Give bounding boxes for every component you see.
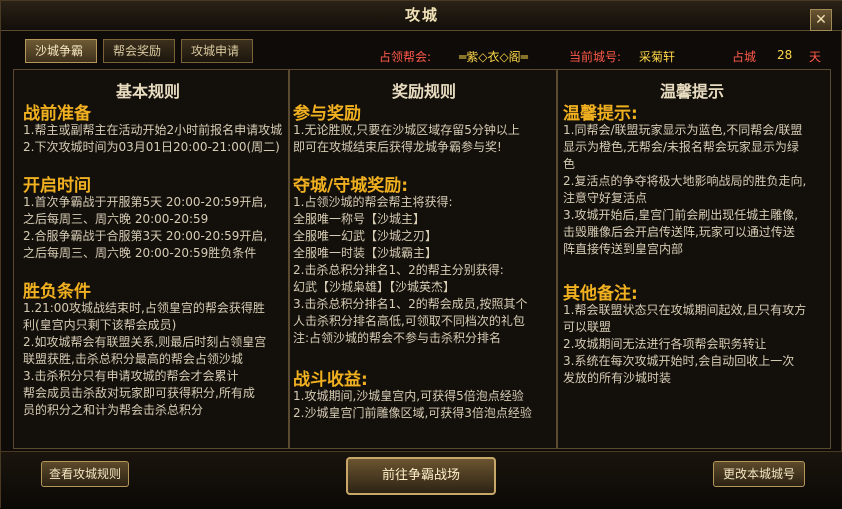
- rename-city-button[interactable]: 更改本城城号: [713, 461, 805, 487]
- col3-notes-line: 2.攻城期间无法进行各项帮会职务转让: [563, 337, 767, 351]
- col3-notes-line: 1.帮会联盟状态只在攻城期间起效,且只有攻方: [563, 303, 807, 317]
- view-rules-button[interactable]: 查看攻城规则: [41, 461, 129, 487]
- col1-victory-line: 3.击杀积分只有申请攻城的帮会才会累计: [23, 369, 239, 383]
- city-value: 采菊轩: [639, 50, 676, 64]
- col3-tips-line: 注意守好复活点: [563, 191, 648, 205]
- col2-capture-note: 注:占领沙城的帮会不参与击杀积分排名: [293, 331, 502, 345]
- tab-guild-reward[interactable]: 帮会奖励: [103, 39, 175, 63]
- col3-section-notes: 其他备注:: [563, 284, 638, 304]
- col2-battle-line: 1.攻城期间,沙城皇宫内,可获得5倍泡点经验: [293, 389, 524, 403]
- go-battle-button[interactable]: 前往争霸战场: [346, 457, 496, 495]
- col3-tips-line: 显示为橙色,无帮会/未报名帮会玩家显示为绿: [563, 140, 799, 154]
- col2-section-participation: 参与奖励: [293, 104, 361, 124]
- col2-capture-line: 人击杀积分排名高低,可领取不同档次的礼包: [293, 314, 525, 328]
- guild-label: 占领帮会:: [379, 50, 432, 64]
- col2-capture-line: 1.占领沙城的帮会帮主将获得:: [293, 195, 453, 209]
- tab-siege-apply[interactable]: 攻城申请: [181, 39, 253, 63]
- col1-victory-line: 利(皇宫内只剩下该帮会成员): [23, 318, 177, 332]
- col1-section-open-time: 开启时间: [23, 176, 91, 196]
- col1-prep-line: 1.帮主或副帮主在活动开始2小时前报名申请攻城: [23, 123, 283, 137]
- col1-victory-line: 员的积分之和计为帮会击杀总积分: [23, 403, 204, 417]
- days-value: 28: [777, 48, 793, 62]
- city-label: 当前城号:: [569, 50, 622, 64]
- window-title: 攻城: [404, 6, 439, 24]
- col1-open-line: 2.合服争霸战于合服第3天 20:00-20:59开启,: [23, 229, 268, 243]
- title-bar: 攻城 ✕: [1, 1, 842, 31]
- col1-open-line: 1.首次争霸战于开服第5天 20:00-20:59开启,: [23, 195, 268, 209]
- col2-section-battle-gain: 战斗收益:: [293, 370, 368, 390]
- col1-victory-line: 联盟获胜,击杀总积分最高的帮会占领沙城: [23, 352, 243, 366]
- col3-tips-line: 色: [563, 157, 576, 171]
- col3-tips-line: 2.复活点的争夺将极大地影响战局的胜负走向,: [563, 174, 807, 188]
- col3-tips-line: 3.攻城开始后,皇宫门前会刷出现任城主雕像,: [563, 208, 799, 222]
- col2-capture-line: 全服唯一幻武【沙城之刃】: [293, 229, 438, 243]
- siege-window: 攻城 ✕ 沙城争霸 帮会奖励 攻城申请 占领帮会: ═紫◇衣◇阁═ 当前城号: …: [0, 0, 842, 509]
- days-label: 占城: [732, 50, 757, 64]
- col2-capture-line: 全服唯一称号【沙城主】: [293, 212, 426, 226]
- tab-sand-city-battle[interactable]: 沙城争霸: [25, 39, 97, 63]
- col1-section-prep: 战前准备: [23, 104, 91, 124]
- col3-notes-line: 发放的所有沙城时装: [563, 371, 672, 385]
- col2-capture-line: 幻武【沙城枭雄】【沙城英杰】: [293, 280, 456, 294]
- guild-value: ═紫◇衣◇阁═: [459, 50, 528, 64]
- col3-notes-line: 可以联盟: [563, 320, 612, 334]
- col3-tips-line: 1.同帮会/联盟玩家显示为蓝色,不同帮会/联盟: [563, 123, 803, 137]
- col2-capture-line: 3.击杀总积分排名1、2的帮会成员,按照其个: [293, 297, 528, 311]
- col3-section-tips: 温馨提示:: [563, 104, 638, 124]
- col1-victory-line: 帮会成员击杀敌对玩家即可获得积分,所有成: [23, 386, 255, 400]
- days-unit: 天: [809, 50, 822, 64]
- col2-capture-line: 2.击杀总积分排名1、2的帮主分别获得:: [293, 263, 504, 277]
- col1-section-victory: 胜负条件: [23, 282, 91, 302]
- col1-victory-line: 2.如攻城帮会有联盟关系,则最后时刻占领皇宫: [23, 335, 267, 349]
- col1-prep-line: 2.下次攻城时间为03月01日20:00-21:00(周二): [23, 140, 280, 154]
- col3-tips-line: 击毁雕像后会开启传送阵,玩家可以通过传送: [563, 225, 795, 239]
- col2-participation-line: 1.无论胜败,只要在沙城区域存留5分钟以上: [293, 123, 520, 137]
- col1-open-line: 之后每周三、周六晚 20:00-20:59: [23, 212, 209, 226]
- col3-tips-line: 阵直接传送到皇宫内部: [563, 242, 684, 256]
- col1-victory-line: 1.21:00攻城战结束时,占领皇宫的帮会获得胜: [23, 301, 265, 315]
- close-icon[interactable]: ✕: [810, 9, 832, 31]
- col2-participation-line: 即可在攻城结束后获得龙城争霸参与奖!: [293, 140, 502, 154]
- col2-capture-line: 全服唯一时装【沙城霸主】: [293, 246, 438, 260]
- col2-section-capture-reward: 夺城/守城奖励:: [293, 176, 409, 196]
- col2-battle-line: 2.沙城皇宫门前雕像区域,可获得3倍泡点经验: [293, 406, 532, 420]
- col3-notes-line: 3.系统在每次攻城开始时,会自动回收上一次: [563, 354, 795, 368]
- col1-open-line: 之后每周三、周六晚 20:00-20:59胜负条件: [23, 246, 257, 260]
